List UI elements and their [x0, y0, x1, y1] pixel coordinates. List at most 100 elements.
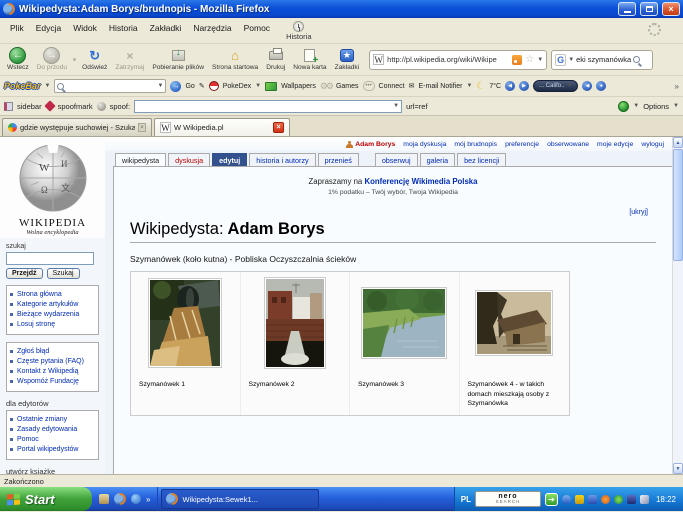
search-bar[interactable]: G ▼ eki szymanówka	[551, 50, 653, 70]
player-dropdown-icon[interactable]: ▼	[566, 83, 572, 89]
scroll-down-icon[interactable]: ▼	[673, 463, 683, 474]
engine-dropdown-icon[interactable]: ▼	[568, 57, 574, 63]
pokebar-search-input[interactable]: ▼	[54, 79, 166, 93]
tab-edytuj[interactable]: edytuj	[212, 153, 247, 166]
gallery-image-sewage-pipe[interactable]	[148, 278, 222, 368]
globe-icon[interactable]	[618, 101, 629, 112]
sidebar-item-report-bug[interactable]: Zgłoś błąd	[10, 347, 95, 357]
menu-narzedzia[interactable]: Narzędzia	[187, 21, 237, 35]
tab-google-search[interactable]: gdzie występuje suchowiej - Szukaj w ...…	[2, 118, 152, 136]
player-prev-icon[interactable]: ◀	[505, 81, 515, 91]
pokedex-button[interactable]: PokeDex	[223, 83, 251, 90]
tab-galeria[interactable]: galeria	[420, 153, 456, 166]
my-sandbox-link[interactable]: mój brudnopis	[454, 141, 497, 148]
sidebar-toggle[interactable]: sidebar	[17, 102, 42, 111]
tab1-close-icon[interactable]: ×	[138, 123, 146, 132]
hide-icons-chevron[interactable]	[562, 495, 571, 504]
address-bar[interactable]: W http://pl.wikipedia.org/wiki/Wikipe ☆ …	[369, 50, 547, 70]
sidebar-item-categories[interactable]: Kategorie artykułów	[10, 300, 95, 310]
pokedex-dropdown-icon[interactable]: ▼	[255, 83, 261, 89]
network-icon[interactable]	[588, 495, 597, 504]
mouse-icon[interactable]	[640, 495, 649, 504]
nero-go-arrow-icon[interactable]: ➔	[545, 493, 558, 506]
sidebar-item-current-events[interactable]: Bieżące wydarzenia	[10, 310, 95, 320]
sidebar-item-recent-changes[interactable]: Ostatnie zmiany	[10, 415, 95, 425]
weather-temp[interactable]: 7°C	[489, 83, 501, 90]
language-indicator[interactable]: PL	[461, 495, 471, 504]
go-to-page-button[interactable]: Przejdź	[6, 268, 43, 279]
update-icon[interactable]	[601, 495, 610, 504]
refresh-button[interactable]: ↻ Odśwież	[78, 48, 111, 71]
email-dropdown-icon[interactable]: ▼	[466, 83, 472, 89]
tab-close-icon[interactable]: ×	[273, 122, 284, 133]
spoof-input-dropdown-icon[interactable]: ▼	[393, 103, 399, 109]
my-talk-link[interactable]: moja dyskusja	[403, 141, 446, 148]
tab-dyskusja[interactable]: dyskusja	[168, 153, 210, 166]
tab-obserwuj[interactable]: obserwuj	[375, 153, 418, 166]
wikipedia-logo[interactable]: W И Ω 文 WIKIPEDIA Wolna encyklopedia	[0, 137, 105, 238]
watchlist-link[interactable]: obserwowane	[547, 141, 589, 148]
scroll-up-icon[interactable]: ▲	[673, 137, 683, 148]
menu-pomoc[interactable]: Pomoc	[238, 21, 276, 35]
menu-zakladki[interactable]: Zakładki	[144, 21, 188, 35]
logout-link[interactable]: wyloguj	[641, 141, 664, 148]
bookmark-star-icon[interactable]: ☆	[525, 54, 534, 65]
rss-feed-icon[interactable]	[512, 55, 522, 65]
options-button[interactable]: Options	[643, 102, 669, 111]
spoof-input[interactable]: ▼	[134, 100, 402, 113]
sidebar-item-faq[interactable]: Częste pytania (FAQ)	[10, 357, 95, 367]
history-toolbar-button[interactable]: Historia	[286, 21, 311, 41]
tab-wikipedysta[interactable]: wikipedysta	[115, 153, 166, 166]
url-dropdown-icon[interactable]: ▼	[537, 57, 543, 63]
close-button[interactable]: ×	[662, 2, 680, 16]
sidebar-item-help[interactable]: Pomoc	[10, 435, 95, 445]
firefox-quicklaunch-icon[interactable]	[114, 493, 126, 505]
show-desktop-icon[interactable]	[99, 494, 109, 504]
gallery-image-old-house[interactable]	[475, 290, 553, 356]
printer-tray-icon[interactable]	[627, 495, 636, 504]
player-vol-down-icon[interactable]: ◀	[582, 81, 592, 91]
wiki-search-input[interactable]	[6, 252, 94, 265]
security-shield-icon[interactable]	[575, 495, 584, 504]
menu-widok[interactable]: Widok	[67, 21, 103, 35]
spoofmark-button[interactable]: spoofmark	[58, 102, 93, 111]
search-magnifier-icon[interactable]	[633, 56, 640, 63]
tab-wikipedia[interactable]: W W Wikipedia.pl ×	[154, 118, 290, 136]
sidebar-item-donate[interactable]: Wspomóż Fundację	[10, 377, 95, 387]
hide-banner-link[interactable]: [ukryj]	[629, 209, 648, 216]
wallpapers-button[interactable]: Wallpapers	[281, 83, 316, 90]
pokebar-logo[interactable]: PokeBar	[4, 81, 41, 91]
minimize-button[interactable]	[618, 2, 636, 16]
more-options-icon[interactable]: •••	[363, 81, 375, 91]
sidebar-item-main-page[interactable]: Strona główna	[10, 290, 95, 300]
back-button[interactable]: ← Wstecz	[3, 48, 33, 71]
taskbar-window-button[interactable]: Wikipedysta:Sewek1...	[161, 489, 319, 509]
scrollbar-thumb[interactable]	[673, 149, 683, 261]
globe-dropdown-icon[interactable]: ▼	[633, 103, 639, 109]
pokebar-dropdown-icon[interactable]: ▼	[45, 83, 51, 89]
options-dropdown-icon[interactable]: ▼	[673, 103, 679, 109]
sidebar-item-editing-rules[interactable]: Zasady edytowania	[10, 425, 95, 435]
google-engine-icon[interactable]: G	[555, 54, 566, 66]
menu-plik[interactable]: Plik	[4, 21, 30, 35]
tab-historia-i-autorzy[interactable]: historia i autorzy	[249, 153, 315, 166]
bookmarks-button[interactable]: ★ Zakładki	[331, 48, 364, 71]
tab-bez-licencji[interactable]: bez licencji	[457, 153, 506, 166]
gallery-image-treatment-plant[interactable]	[264, 277, 326, 369]
quicklaunch-overflow-chevron[interactable]: »	[146, 495, 150, 504]
my-contributions-link[interactable]: moje edycje	[597, 141, 633, 148]
vertical-scrollbar[interactable]: ▲ ▼	[672, 137, 683, 474]
player-track-pill[interactable]: ... Califo.. ▼	[533, 80, 578, 92]
tab-przenies[interactable]: przenieś	[318, 153, 359, 166]
downloads-button[interactable]: Pobieranie plików	[148, 48, 208, 71]
gallery-image-pond[interactable]	[361, 287, 447, 359]
sidebar-item-contact[interactable]: Kontakt z Wikipedią	[10, 367, 95, 377]
games-button[interactable]: Games	[336, 83, 359, 90]
print-button[interactable]: Drukuj	[262, 48, 289, 71]
menu-historia[interactable]: Historia	[103, 21, 144, 35]
search-query[interactable]: eki szymanówka	[576, 55, 631, 64]
stop-button[interactable]: × Zatrzymaj	[111, 48, 148, 71]
email-notifier-button[interactable]: E-mail Notifier	[418, 83, 462, 90]
connect-button[interactable]: Connect	[379, 83, 405, 90]
sidebar-item-editors-portal[interactable]: Portal wikipedystów	[10, 445, 95, 455]
